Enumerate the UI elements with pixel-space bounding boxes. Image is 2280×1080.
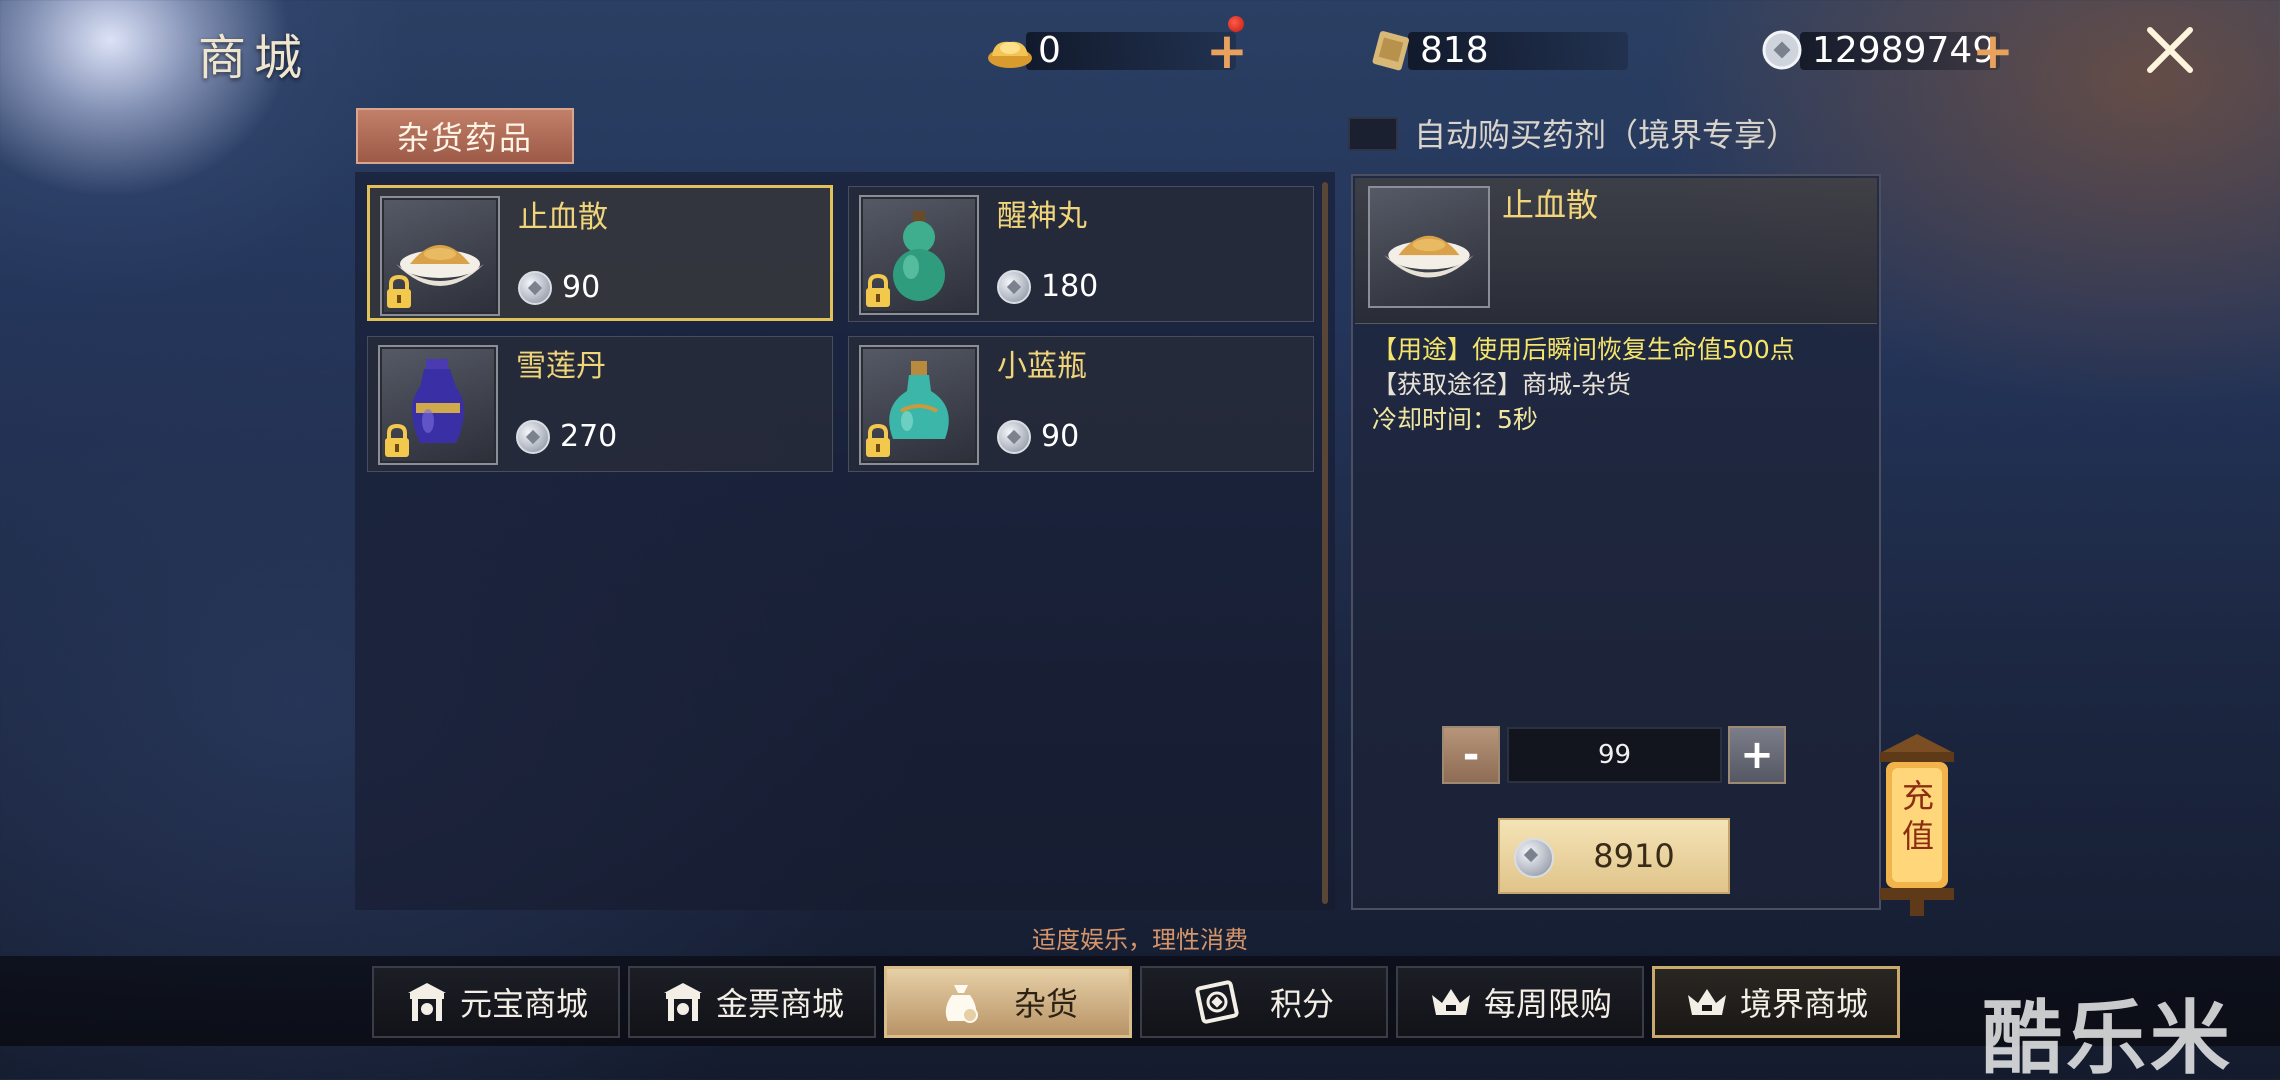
bag-icon: [945, 985, 978, 1023]
auto-buy-checkbox[interactable]: [1348, 117, 1398, 151]
item-card-xueliandan[interactable]: 雪莲丹 270: [367, 336, 833, 472]
shop-icon: [407, 983, 446, 1021]
silver-coin-icon: [997, 419, 1031, 454]
recharge-label: 充值: [1902, 777, 1935, 855]
lock-icon: [866, 273, 890, 307]
notification-dot: [1228, 16, 1244, 32]
crown-icon: [1687, 989, 1726, 1015]
tab-weekly-limited[interactable]: 每周限购: [1396, 966, 1644, 1038]
page-title: 商城: [198, 30, 311, 86]
quantity-decrease-button[interactable]: -: [1442, 726, 1500, 784]
notice-text: 适度娱乐，理性消费: [1032, 926, 1248, 954]
quantity-increase-button[interactable]: +: [1728, 726, 1786, 784]
silver-coin-icon: [518, 270, 552, 305]
item-cooldown-text: 冷却时间：5秒: [1372, 405, 1538, 434]
buy-button[interactable]: 8910: [1498, 818, 1730, 894]
points-icon: [1195, 980, 1239, 1024]
item-name: 小蓝瓶: [997, 349, 1087, 384]
quantity-input[interactable]: 99: [1507, 727, 1722, 783]
detail-item-name: 止血散: [1502, 186, 1599, 224]
tab-grocery[interactable]: 杂货: [884, 966, 1132, 1038]
item-card-xingshenwan[interactable]: 醒神丸 180: [848, 186, 1314, 322]
item-source-text: 【获取途径】商城-杂货: [1372, 370, 1632, 399]
item-name: 醒神丸: [997, 199, 1087, 234]
gold-ticket-value: 818: [1420, 29, 1489, 71]
gold-ticket-icon: [1372, 31, 1409, 71]
recharge-button[interactable]: 充值: [1862, 730, 1972, 920]
silver-coin-icon: [997, 269, 1031, 304]
watermark-logo: 酷乐米: [1982, 992, 2234, 1080]
item-price: 90: [518, 270, 600, 305]
item-name: 止血散: [518, 200, 608, 235]
item-card-xiaolanping[interactable]: 小蓝瓶 90: [848, 336, 1314, 472]
gold-ingot-value: 0: [1038, 29, 1061, 71]
silver-coin-icon: [516, 419, 550, 454]
item-card-zhixuesan[interactable]: 止血散 90: [367, 185, 833, 321]
silver-coin-value: 12989749: [1812, 29, 1996, 71]
item-price: 180: [997, 269, 1098, 304]
silver-coin-icon: [1762, 30, 1802, 70]
shop-icon: [663, 983, 702, 1021]
buy-total-price: 8910: [1593, 837, 1675, 875]
lock-icon: [385, 423, 409, 457]
tab-realm-shop[interactable]: 境界商城: [1652, 966, 1900, 1038]
tab-points[interactable]: 积分: [1140, 966, 1388, 1038]
add-gold-button[interactable]: +: [1206, 26, 1248, 76]
item-name: 雪莲丹: [516, 349, 606, 384]
tab-yuanbao-shop[interactable]: 元宝商城: [372, 966, 620, 1038]
auto-buy-label: 自动购买药剂（境界专享）: [1414, 116, 1799, 154]
crown-icon: [1431, 989, 1470, 1015]
item-price: 270: [516, 419, 617, 454]
add-silver-button[interactable]: +: [1972, 26, 2014, 76]
lock-icon: [866, 423, 890, 457]
lock-icon: [387, 274, 411, 308]
item-list-scrollbar[interactable]: [1322, 182, 1328, 904]
powder-icon: [1368, 186, 1490, 308]
gold-ticket-currency: 818: [1368, 20, 1628, 80]
tab-jinpiao-shop[interactable]: 金票商城: [628, 966, 876, 1038]
item-price: 90: [997, 419, 1079, 454]
gold-ingot-icon: [988, 41, 1032, 68]
item-usage-text: 【用途】使用后瞬间恢复生命值500点: [1372, 335, 1795, 364]
tab-grocery-medicine[interactable]: 杂货药品: [356, 108, 574, 164]
close-icon[interactable]: [2140, 20, 2200, 80]
